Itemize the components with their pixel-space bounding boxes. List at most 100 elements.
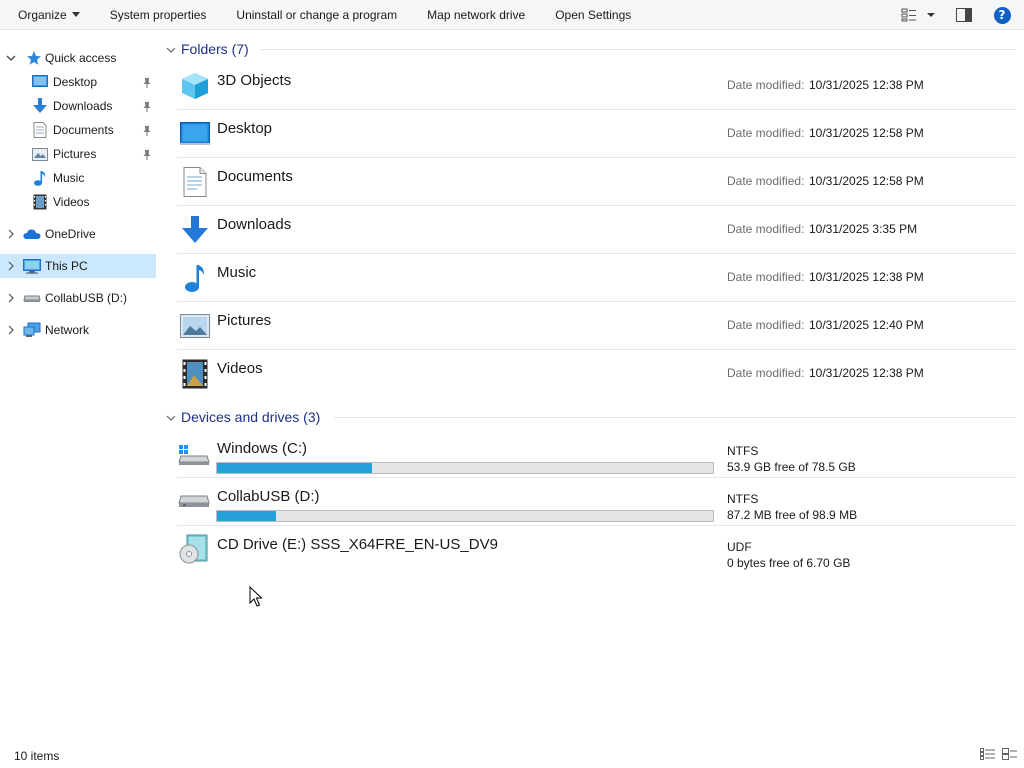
help-button[interactable]: ? <box>990 3 1014 27</box>
mouse-cursor-icon <box>249 586 263 607</box>
chevron-down-icon[interactable] <box>166 43 176 57</box>
pin-icon <box>142 76 152 88</box>
drive-usage-bar <box>216 462 714 474</box>
date-modified-value: 10/31/2025 12:40 PM <box>809 318 924 332</box>
nav-item-pictures[interactable]: Pictures <box>0 142 156 166</box>
change-view-button[interactable] <box>898 3 938 27</box>
nav-label-documents: Documents <box>53 123 114 137</box>
nav-item-onedrive[interactable]: OneDrive <box>0 222 156 246</box>
item-count: 10 items <box>14 749 60 763</box>
folder-name: Videos <box>217 360 263 377</box>
music-icon <box>179 262 211 294</box>
system-properties-button[interactable]: System properties <box>95 0 222 30</box>
computer-icon <box>23 258 41 274</box>
drive-filesystem: UDF <box>727 540 752 554</box>
organize-button[interactable]: Organize <box>0 0 95 30</box>
map-network-drive-button[interactable]: Map network drive <box>412 0 540 30</box>
nav-item-downloads[interactable]: Downloads <box>0 94 156 118</box>
date-modified-label: Date modified: <box>727 366 805 380</box>
folder-row-desktop[interactable]: Desktop Date modified: 10/31/2025 12:58 … <box>177 110 1016 158</box>
nav-label-pictures: Pictures <box>53 147 97 161</box>
music-icon <box>31 170 49 186</box>
nav-item-music[interactable]: Music <box>0 166 156 190</box>
chevron-right-icon[interactable] <box>6 229 16 239</box>
nav-item-quick-access[interactable]: Quick access <box>0 46 156 70</box>
details-view-button[interactable] <box>980 748 996 763</box>
date-modified-label: Date modified: <box>727 270 805 284</box>
drive-name: Windows (C:) <box>217 440 308 457</box>
folder-name: Downloads <box>217 216 292 233</box>
folder-row-videos[interactable]: Videos Date modified: 10/31/2025 12:38 P… <box>177 350 1016 398</box>
drive-free-space: 0 bytes free of 6.70 GB <box>727 556 851 570</box>
preview-pane-icon <box>956 8 972 22</box>
nav-label-onedrive: OneDrive <box>45 227 96 241</box>
status-bar: 10 items <box>0 740 1024 768</box>
group-divider <box>334 417 1016 418</box>
date-modified-value: 10/31/2025 12:58 PM <box>809 174 924 188</box>
videos-icon <box>31 194 49 210</box>
command-bar: Organize System properties Uninstall or … <box>0 0 1024 30</box>
nav-item-this-pc[interactable]: This PC <box>0 254 156 278</box>
nav-item-documents[interactable]: Documents <box>0 118 156 142</box>
downloads-icon <box>31 98 49 114</box>
nav-label-collabusb: CollabUSB (D:) <box>45 291 128 305</box>
nav-label-music: Music <box>53 171 85 185</box>
drive-row-collabusb-d[interactable]: CollabUSB (D:) NTFS 87.2 MB free of 98.9… <box>177 478 1016 526</box>
chevron-right-icon[interactable] <box>6 293 16 303</box>
drive-filesystem: NTFS <box>727 492 759 506</box>
folder-name: Music <box>217 264 257 281</box>
nav-label-downloads: Downloads <box>53 99 113 113</box>
drive-row-cd-e[interactable]: CD Drive (E:) SSS_X64FRE_EN-US_DV9 UDF 0… <box>177 526 1016 574</box>
tiles-view-button[interactable] <box>1002 748 1018 763</box>
folder-name: 3D Objects <box>217 72 292 89</box>
drive-free-space: 53.9 GB free of 78.5 GB <box>727 460 856 474</box>
folder-row-pictures[interactable]: Pictures Date modified: 10/31/2025 12:40… <box>177 302 1016 350</box>
folder-name: Desktop <box>217 120 273 137</box>
tiles-view-icon <box>1002 748 1017 760</box>
folder-row-documents[interactable]: Documents Date modified: 10/31/2025 12:5… <box>177 158 1016 206</box>
drive-name: CD Drive (E:) SSS_X64FRE_EN-US_DV9 <box>217 536 498 553</box>
organize-label: Organize <box>18 7 67 22</box>
folder-row-downloads[interactable]: Downloads Date modified: 10/31/2025 3:35… <box>177 206 1016 254</box>
folder-row-3d-objects[interactable]: 3D Objects Date modified: 10/31/2025 12:… <box>177 62 1016 110</box>
open-settings-button[interactable]: Open Settings <box>540 0 646 30</box>
cd-drive-icon <box>177 534 211 566</box>
uninstall-program-button[interactable]: Uninstall or change a program <box>221 0 412 30</box>
preview-pane-button[interactable] <box>952 3 976 27</box>
nav-item-desktop[interactable]: Desktop <box>0 70 156 94</box>
group-header-devices[interactable]: Devices and drives (3) <box>160 406 1016 428</box>
nav-label-this-pc: This PC <box>45 259 88 273</box>
chevron-down-icon[interactable] <box>6 53 16 63</box>
nav-label-network: Network <box>45 323 90 337</box>
onedrive-cloud-icon <box>23 226 41 242</box>
group-title-devices: Devices and drives (3) <box>181 409 321 425</box>
chevron-down-icon <box>71 12 80 17</box>
content-pane: Folders (7) 3D Objects Date modified: 10… <box>160 30 1024 740</box>
drive-row-windows-c[interactable]: Windows (C:) NTFS 53.9 GB free of 78.5 G… <box>177 430 1016 478</box>
3d-objects-icon <box>179 70 211 102</box>
network-icon <box>23 322 41 338</box>
nav-item-network[interactable]: Network <box>0 318 156 342</box>
chevron-right-icon[interactable] <box>6 325 16 335</box>
date-modified-value: 10/31/2025 12:38 PM <box>809 366 924 380</box>
group-title-folders: Folders (7) <box>181 41 249 57</box>
group-header-folders[interactable]: Folders (7) <box>160 38 1016 60</box>
chevron-right-icon[interactable] <box>6 261 16 271</box>
nav-item-collabusb[interactable]: CollabUSB (D:) <box>0 286 156 310</box>
folder-row-music[interactable]: Music Date modified: 10/31/2025 12:38 PM <box>177 254 1016 302</box>
documents-icon <box>179 166 211 198</box>
date-modified-label: Date modified: <box>727 78 805 92</box>
date-modified-value: 10/31/2025 12:58 PM <box>809 126 924 140</box>
drive-usage-fill <box>217 511 276 521</box>
details-view-icon <box>980 748 995 760</box>
pin-icon <box>142 148 152 160</box>
drive-filesystem: NTFS <box>727 444 759 458</box>
chevron-down-icon[interactable] <box>166 411 176 425</box>
date-modified-label: Date modified: <box>727 174 805 188</box>
nav-item-videos[interactable]: Videos <box>0 190 156 214</box>
usb-drive-icon <box>23 290 41 306</box>
pictures-icon <box>179 310 211 342</box>
star-icon <box>25 50 43 66</box>
pin-icon <box>142 124 152 136</box>
windows-drive-icon <box>177 438 211 470</box>
